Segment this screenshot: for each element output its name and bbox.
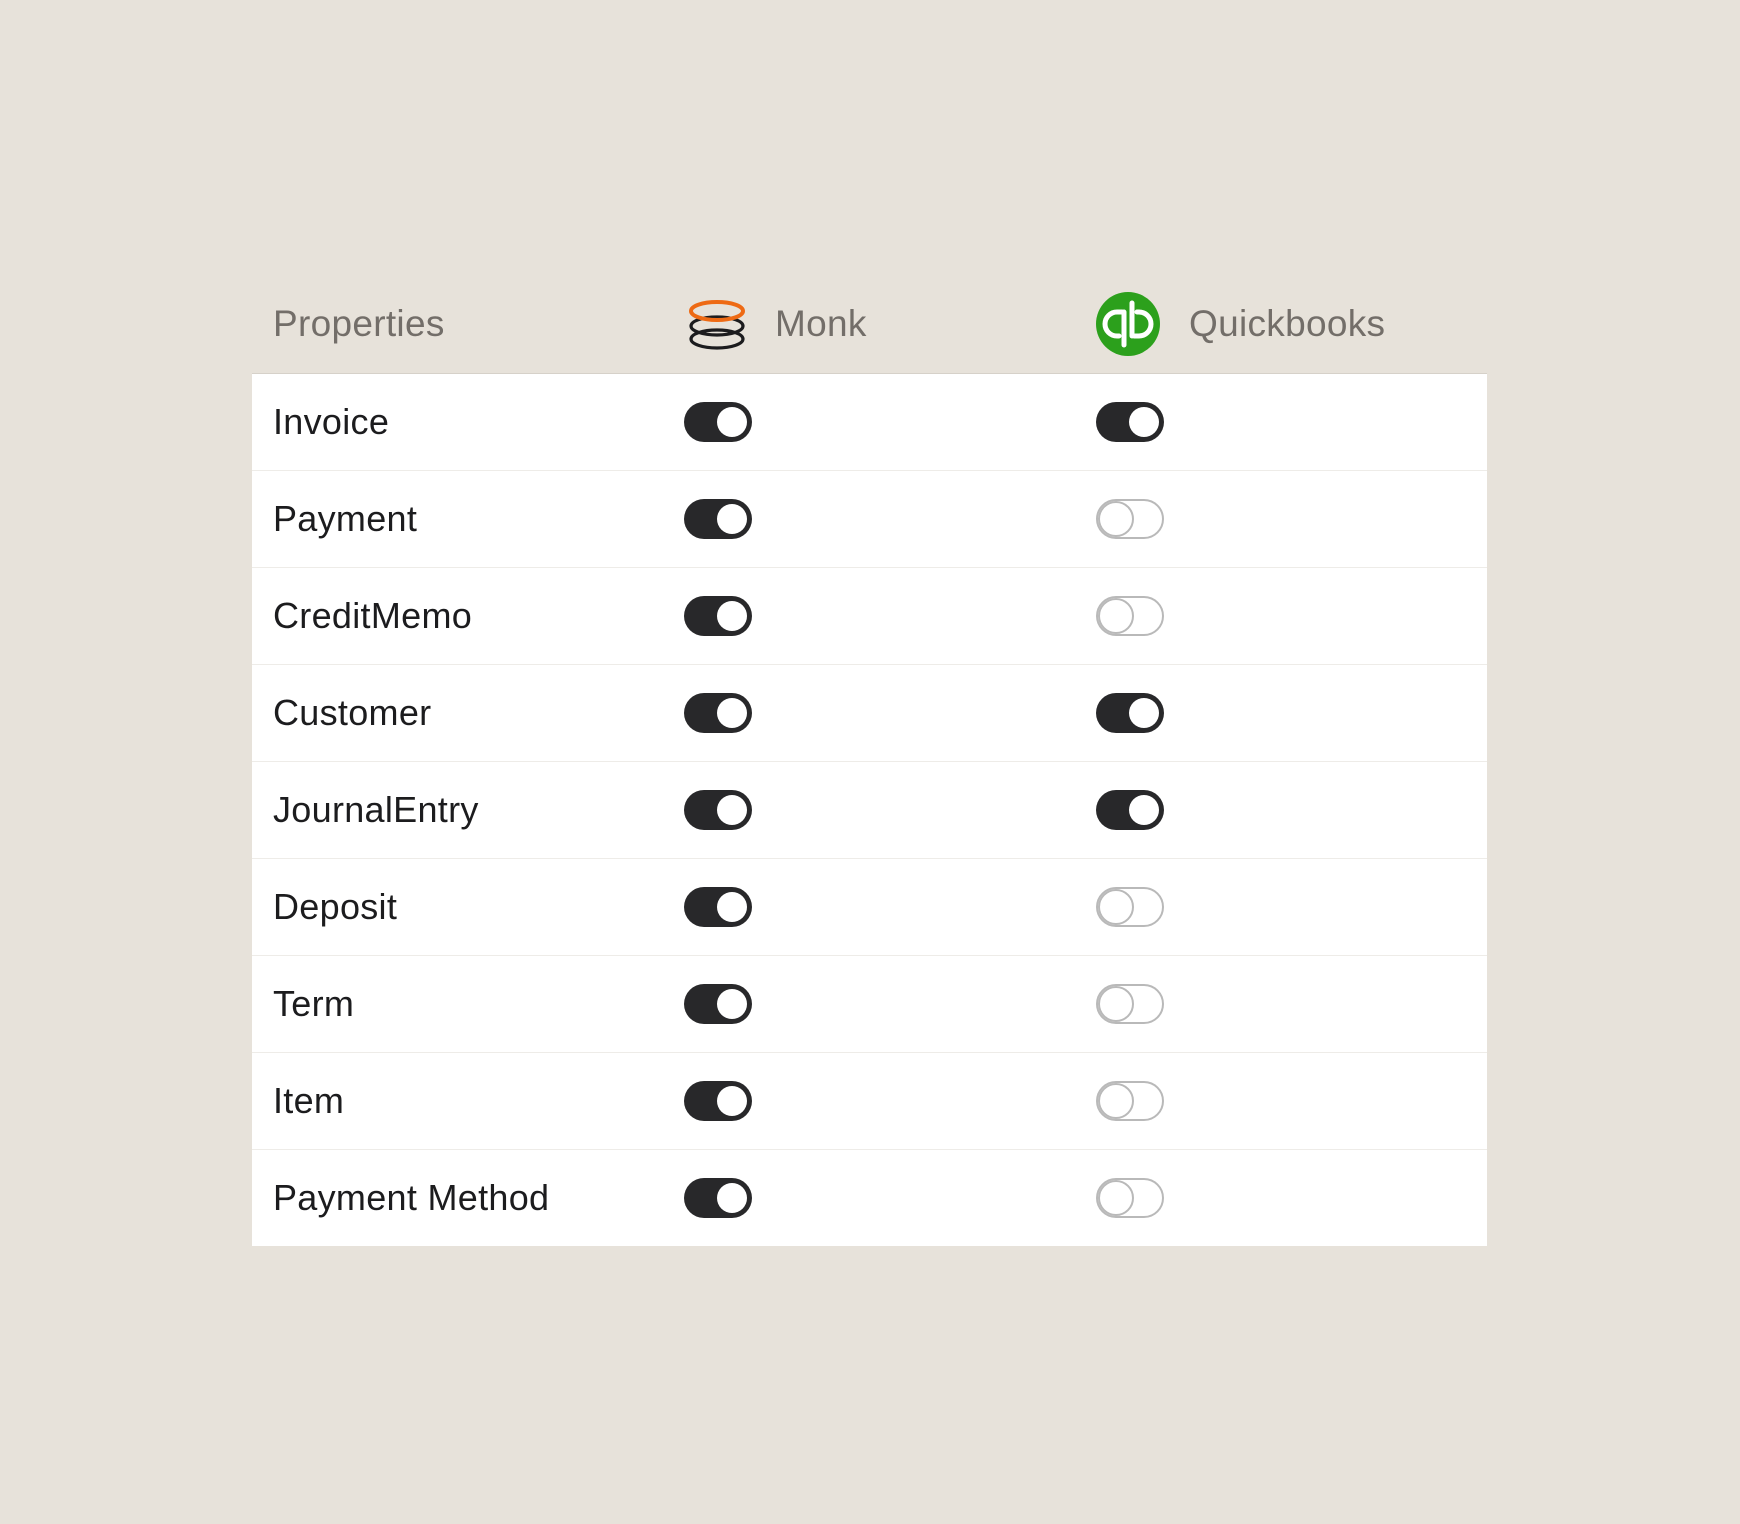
toggle-knob (1129, 698, 1159, 728)
quickbooks-sync-toggle[interactable] (1096, 499, 1164, 539)
property-label: Payment (273, 498, 418, 539)
toggle-knob (1098, 1083, 1134, 1119)
table-row: JournalEntry (252, 761, 1487, 858)
toggle-knob (717, 892, 747, 922)
monk-logo-icon (687, 294, 747, 354)
table-row: Term (252, 955, 1487, 1052)
property-label: Deposit (273, 886, 398, 927)
header-monk-label: Monk (775, 303, 867, 344)
quickbooks-sync-toggle[interactable] (1096, 887, 1164, 927)
toggle-knob (1098, 501, 1134, 537)
table-row: Deposit (252, 858, 1487, 955)
property-label: Term (273, 983, 355, 1024)
quickbooks-sync-toggle[interactable] (1096, 596, 1164, 636)
property-label: Payment Method (273, 1177, 550, 1218)
sync-properties-table: Properties Monk Quickbooks Invoice Payme… (252, 275, 1487, 1246)
table-row: Invoice (252, 374, 1487, 470)
toggle-knob (1098, 889, 1134, 925)
property-label: CreditMemo (273, 595, 473, 636)
monk-sync-toggle[interactable] (684, 402, 752, 442)
table-header: Properties Monk Quickbooks (252, 275, 1487, 374)
toggle-knob (717, 601, 747, 631)
monk-sync-toggle[interactable] (684, 1081, 752, 1121)
quickbooks-sync-toggle[interactable] (1096, 1081, 1164, 1121)
table-row: Item (252, 1052, 1487, 1149)
quickbooks-sync-toggle[interactable] (1096, 1178, 1164, 1218)
table-body: Invoice Payment CreditMemo Customer JournalE… (252, 374, 1487, 1246)
header-quickbooks-label: Quickbooks (1189, 303, 1386, 344)
monk-sync-toggle[interactable] (684, 596, 752, 636)
toggle-knob (717, 407, 747, 437)
quickbooks-logo-icon (1095, 291, 1161, 357)
header-monk: Monk (687, 275, 867, 373)
toggle-knob (1098, 986, 1134, 1022)
toggle-knob (1098, 598, 1134, 634)
monk-sync-toggle[interactable] (684, 499, 752, 539)
table-row: Payment (252, 470, 1487, 567)
toggle-knob (717, 1086, 747, 1116)
toggle-knob (717, 795, 747, 825)
table-row: Payment Method (252, 1149, 1487, 1246)
quickbooks-sync-toggle[interactable] (1096, 402, 1164, 442)
toggle-knob (717, 698, 747, 728)
toggle-knob (1129, 407, 1159, 437)
header-quickbooks: Quickbooks (1095, 275, 1385, 373)
monk-sync-toggle[interactable] (684, 790, 752, 830)
toggle-knob (717, 504, 747, 534)
property-label: Invoice (273, 401, 390, 442)
toggle-knob (1098, 1180, 1134, 1216)
property-label: JournalEntry (273, 789, 479, 830)
monk-sync-toggle[interactable] (684, 693, 752, 733)
quickbooks-sync-toggle[interactable] (1096, 790, 1164, 830)
monk-sync-toggle[interactable] (684, 984, 752, 1024)
monk-sync-toggle[interactable] (684, 887, 752, 927)
header-properties-label: Properties (273, 303, 445, 344)
toggle-knob (717, 989, 747, 1019)
monk-sync-toggle[interactable] (684, 1178, 752, 1218)
toggle-knob (1129, 795, 1159, 825)
table-row: Customer (252, 664, 1487, 761)
property-label: Item (273, 1080, 345, 1121)
table-row: CreditMemo (252, 567, 1487, 664)
header-properties: Properties (273, 275, 445, 373)
property-label: Customer (273, 692, 432, 733)
quickbooks-sync-toggle[interactable] (1096, 693, 1164, 733)
quickbooks-sync-toggle[interactable] (1096, 984, 1164, 1024)
toggle-knob (717, 1183, 747, 1213)
